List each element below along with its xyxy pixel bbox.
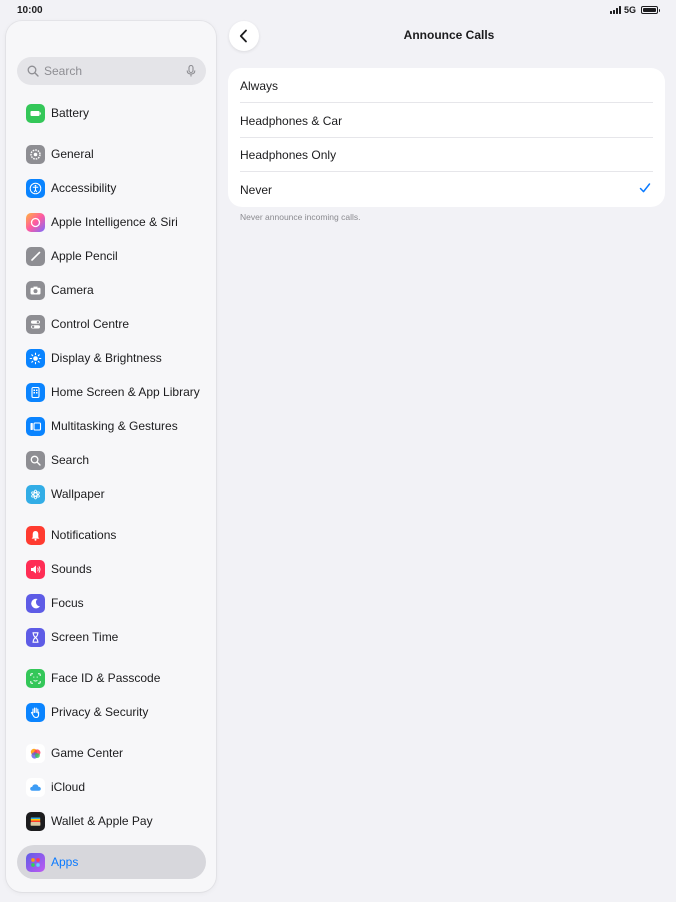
sidebar-item-label: iCloud bbox=[51, 780, 86, 794]
sidebar-item-label: Game Center bbox=[51, 746, 124, 760]
option-never[interactable]: Never bbox=[228, 172, 665, 207]
sidebar-item-label: Apple Pencil bbox=[51, 249, 118, 263]
sidebar-item-label: Multitasking & Gestures bbox=[51, 419, 178, 433]
sidebar-item-control-centre[interactable]: Control Centre bbox=[17, 307, 206, 341]
sidebar-item-label: Wallpaper bbox=[51, 487, 105, 501]
camera-icon bbox=[26, 280, 45, 300]
sidebar-item-label: Face ID & Passcode bbox=[51, 671, 161, 685]
option-headphones-only[interactable]: Headphones Only bbox=[228, 137, 665, 172]
sidebar-item-accessibility[interactable]: Accessibility bbox=[17, 171, 206, 205]
accessibility-icon bbox=[26, 178, 45, 198]
sidebar-item-label: Wallet & Apple Pay bbox=[51, 814, 153, 828]
sidebar-item-label: Apple Intelligence & Siri bbox=[51, 215, 178, 229]
sidebar-item-screen-time[interactable]: Screen Time bbox=[17, 620, 206, 654]
sidebar-item-focus[interactable]: Focus bbox=[17, 586, 206, 620]
sidebar-item-label: Battery bbox=[51, 106, 90, 120]
sidebar-item-notifications[interactable]: Notifications bbox=[17, 518, 206, 552]
options-footnote: Never announce incoming calls. bbox=[240, 212, 361, 222]
sidebar-item-general[interactable]: General bbox=[17, 137, 206, 171]
settings-sidebar: Search Battery General Accessibility App… bbox=[6, 21, 216, 892]
option-headphones-car[interactable]: Headphones & Car bbox=[228, 103, 665, 138]
sidebar-item-home-screen-app-library[interactable]: Home Screen & App Library bbox=[17, 375, 206, 409]
sidebar-item-wallet-apple-pay[interactable]: Wallet & Apple Pay bbox=[17, 804, 206, 838]
sidebar-item-display-brightness[interactable]: Display & Brightness bbox=[17, 341, 206, 375]
sidebar-item-apple-pencil[interactable]: Apple Pencil bbox=[17, 239, 206, 273]
checkmark-icon bbox=[639, 183, 651, 193]
sidebar-item-label: Privacy & Security bbox=[51, 705, 149, 719]
speaker-icon bbox=[26, 559, 45, 579]
sidebar-item-label: Display & Brightness bbox=[51, 351, 162, 365]
moon-icon bbox=[26, 593, 45, 613]
search-field[interactable]: Search bbox=[17, 57, 206, 85]
face-id-icon bbox=[26, 668, 45, 688]
status-indicators: 5G bbox=[609, 5, 660, 15]
hourglass-icon bbox=[26, 627, 45, 647]
wallet-icon bbox=[26, 811, 45, 831]
sidebar-item-sounds[interactable]: Sounds bbox=[17, 552, 206, 586]
announce-calls-options: Always Headphones & Car Headphones Only … bbox=[228, 68, 665, 207]
sidebar-item-label: Apps bbox=[51, 855, 79, 869]
sidebar-item-battery[interactable]: Battery bbox=[17, 96, 206, 130]
flower-icon bbox=[26, 484, 45, 504]
toggles-icon bbox=[26, 314, 45, 334]
microphone-icon[interactable] bbox=[186, 65, 196, 77]
sidebar-item-label: Sounds bbox=[51, 562, 92, 576]
option-label: Headphones Only bbox=[240, 147, 337, 162]
search-icon bbox=[27, 65, 39, 77]
battery-status-icon bbox=[641, 6, 660, 14]
sidebar-item-game-center[interactable]: Game Center bbox=[17, 736, 206, 770]
cellular-signal-icon bbox=[609, 6, 621, 14]
sidebar-item-label: Focus bbox=[51, 596, 84, 610]
sidebar-item-icloud[interactable]: iCloud bbox=[17, 770, 206, 804]
sidebar-item-label: General bbox=[51, 147, 94, 161]
cloud-icon bbox=[26, 777, 45, 797]
sidebar-item-apps[interactable]: Apps bbox=[17, 845, 206, 879]
gear-icon bbox=[26, 144, 45, 164]
home-screen-icon bbox=[26, 382, 45, 402]
sun-icon bbox=[26, 348, 45, 368]
option-label: Headphones & Car bbox=[240, 113, 343, 128]
option-label: Always bbox=[240, 78, 279, 93]
sidebar-item-label: Notifications bbox=[51, 528, 117, 542]
sidebar-item-label: Accessibility bbox=[51, 181, 117, 195]
sidebar-item-multitasking-gestures[interactable]: Multitasking & Gestures bbox=[17, 409, 206, 443]
apps-grid-icon bbox=[26, 852, 45, 872]
page-title: Announce Calls bbox=[403, 28, 495, 42]
sidebar-item-search[interactable]: Search bbox=[17, 443, 206, 477]
battery-icon bbox=[26, 103, 45, 123]
sidebar-item-wallpaper[interactable]: Wallpaper bbox=[17, 477, 206, 511]
game-center-icon bbox=[26, 743, 45, 763]
sidebar-item-camera[interactable]: Camera bbox=[17, 273, 206, 307]
sidebar-item-label: Control Centre bbox=[51, 317, 130, 331]
sidebar-item-apple-intelligence-siri[interactable]: Apple Intelligence & Siri bbox=[17, 205, 206, 239]
bell-icon bbox=[26, 525, 45, 545]
siri-icon bbox=[26, 212, 45, 232]
sidebar-item-privacy-security[interactable]: Privacy & Security bbox=[17, 695, 206, 729]
magnifier-icon bbox=[26, 450, 45, 470]
sidebar-item-label: Camera bbox=[51, 283, 94, 297]
hand-icon bbox=[26, 702, 45, 722]
network-type: 5G bbox=[623, 5, 636, 15]
option-label: Never bbox=[240, 182, 273, 197]
status-bar: 10:00 5G bbox=[0, 0, 676, 20]
search-placeholder: Search bbox=[44, 64, 83, 78]
sidebar-item-label: Home Screen & App Library bbox=[51, 385, 200, 399]
multitasking-icon bbox=[26, 416, 45, 436]
sidebar-item-label: Search bbox=[51, 453, 90, 467]
pencil-icon bbox=[26, 246, 45, 266]
sidebar-item-label: Screen Time bbox=[51, 630, 119, 644]
option-always[interactable]: Always bbox=[228, 68, 665, 103]
status-time: 10:00 bbox=[17, 5, 43, 16]
sidebar-item-face-id-passcode[interactable]: Face ID & Passcode bbox=[17, 661, 206, 695]
